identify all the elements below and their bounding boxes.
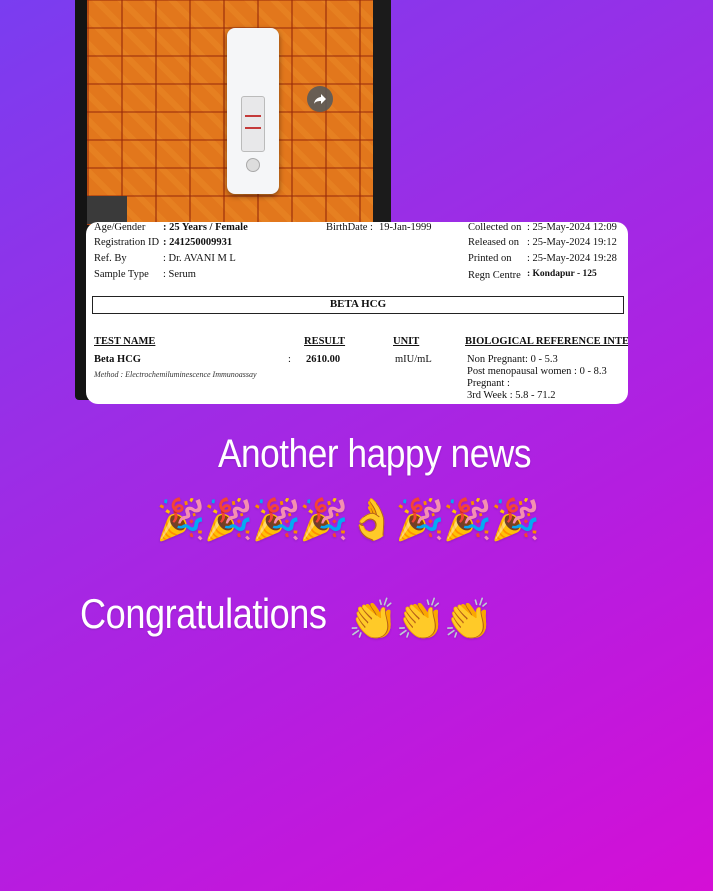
party-emoji-row: 🎉🎉🎉🎉👌🎉🎉🎉 [156, 498, 540, 542]
registration-label: Registration ID [94, 237, 160, 248]
unit-value: mIU/mL [395, 354, 432, 365]
chat-wallpaper [373, 0, 391, 225]
birthdate-value: 19-Jan-1999 [379, 222, 432, 233]
sample-well [246, 158, 260, 172]
test-result-window [241, 96, 265, 152]
test-line [245, 127, 261, 129]
clapping-emoji-row: 👏👏👏 [348, 598, 493, 642]
collected-label: Collected on [468, 222, 522, 233]
reference-line: Non Pregnant: 0 - 5.3 [467, 354, 558, 365]
released-label: Released on [468, 237, 520, 248]
test-name: Beta HCG [94, 354, 141, 365]
regn-centre-value: : Kondapur - 125 [527, 269, 597, 279]
sample-type-label: Sample Type [94, 269, 149, 280]
printed-label: Printed on [468, 253, 512, 264]
share-arrow-icon [314, 94, 326, 104]
registration-value: : 241250009931 [163, 237, 233, 248]
birthdate-label: BirthDate : [326, 222, 373, 233]
reference-line: 3rd Week : 5.8 - 71.2 [467, 390, 556, 401]
result-value: 2610.00 [306, 354, 341, 365]
ref-by-label: Ref. By [94, 253, 127, 264]
reference-line: Pregnant : [467, 378, 510, 389]
reference-line: Post menopausal women : 0 - 8.3 [467, 366, 607, 377]
pregnancy-test-device [227, 28, 279, 194]
sample-type-value: : Serum [163, 269, 196, 280]
col-test-name: TEST NAME [94, 336, 156, 347]
share-button[interactable] [307, 86, 333, 112]
headline-text: Another happy news [218, 432, 532, 476]
printed-value: : 25-May-2024 19:28 [527, 253, 617, 264]
method-text: Method : Electrochemiluminescence Immuno… [94, 370, 257, 379]
collected-value: : 25-May-2024 12:09 [527, 222, 617, 233]
result-colon: : [288, 354, 291, 365]
age-gender-label: Age/Gender [94, 222, 146, 233]
col-unit: UNIT [393, 336, 420, 347]
col-result: RESULT [304, 336, 346, 347]
section-title: BETA HCG [92, 296, 624, 314]
control-line [245, 115, 261, 117]
ref-by-value: : Dr. AVANI M L [163, 253, 236, 264]
col-reference: BIOLOGICAL REFERENCE INTE [465, 336, 628, 347]
lab-report-card: Age/Gender : 25 Years / Female BirthDate… [86, 222, 628, 404]
congratulations-text: Congratulations [80, 590, 327, 637]
age-gender-value: : 25 Years / Female [163, 222, 248, 233]
released-value: : 25-May-2024 19:12 [527, 237, 617, 248]
regn-centre-label: Regn Centre [468, 270, 521, 281]
photo-shadow [87, 196, 127, 224]
